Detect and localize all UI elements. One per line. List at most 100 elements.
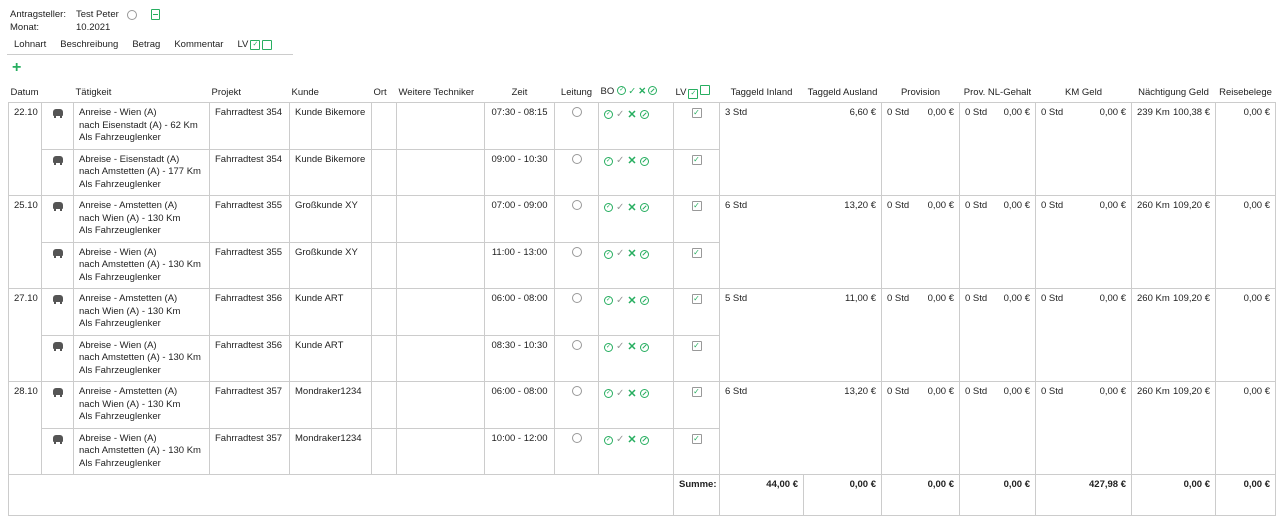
close-icon[interactable]: ✕ — [627, 156, 636, 167]
prov-nl-cell: 0 Std 0,00 € — [1035, 381, 1132, 475]
applicant-label: Antragsteller: — [10, 9, 66, 20]
block-icon[interactable] — [639, 342, 649, 352]
month-value: 10.2021 — [76, 22, 111, 33]
close-icon[interactable]: ✕ — [638, 86, 646, 97]
activity-line-1: Anreise - Wien (A) — [79, 107, 157, 118]
check-circle-icon[interactable]: ✓ — [604, 156, 613, 166]
block-icon[interactable] — [639, 156, 649, 166]
lv-checkbox[interactable]: ✓ — [691, 201, 702, 211]
car-icon — [52, 434, 63, 444]
empty-box-icon[interactable] — [700, 85, 711, 95]
check-circle-icon[interactable]: ✓ — [604, 342, 613, 352]
block-icon[interactable] — [639, 296, 649, 305]
menu-kommentar[interactable]: Kommentar — [174, 39, 223, 50]
activity-line-2: nach Amstetten (A) - 130 Km — [79, 259, 201, 270]
leitung-radio[interactable] — [571, 153, 582, 164]
provision-hours: 0 Std — [965, 200, 988, 211]
check-icon[interactable]: ✓ — [616, 109, 624, 120]
bo-status-icons: ✓ ✓ ✕ — [604, 388, 649, 399]
close-icon[interactable]: ✕ — [627, 202, 636, 213]
block-icon[interactable] — [639, 389, 649, 398]
close-icon[interactable]: ✕ — [627, 295, 636, 306]
bo-header-icons: ✓ ✓ ✕ — [617, 86, 658, 97]
menu-lv[interactable]: LV ✓ — [237, 39, 273, 50]
provision-cell: 0 Std 0,00 € — [959, 288, 1036, 382]
add-plus-icon[interactable]: + — [12, 60, 21, 76]
check-icon[interactable]: ✓ — [628, 86, 636, 97]
prov-nl-amount: 0,00 € — [1099, 107, 1126, 118]
check-circle-icon[interactable]: ✓ — [617, 86, 627, 96]
empty-box-icon[interactable] — [262, 39, 273, 50]
check-icon[interactable]: ✓ — [616, 388, 624, 399]
sum-taggeld-ausland: 0,00 € — [803, 474, 882, 516]
leitung-radio[interactable] — [571, 200, 582, 210]
lv-checkbox[interactable]: ✓ — [691, 433, 702, 444]
activity-line-3: Als Fahrzeuglenker — [79, 271, 161, 283]
bo-status-icons: ✓ ✓ ✕ — [604, 109, 649, 120]
lv-checkbox[interactable]: ✓ — [691, 340, 702, 351]
prov-nl-cell: 0 Std 0,00 € — [1035, 102, 1132, 196]
menu-betrag[interactable]: Betrag — [132, 39, 160, 50]
block-icon[interactable] — [639, 110, 649, 119]
check-icon[interactable]: ✓ — [616, 435, 624, 445]
menu-beschreibung[interactable]: Beschreibung — [60, 39, 118, 50]
leitung-radio[interactable] — [571, 246, 582, 257]
checked-box-icon[interactable]: ✓ — [688, 89, 699, 99]
activity-line-3: Als Fahrzeuglenker — [79, 132, 161, 143]
activity-line-2: nach Amstetten (A) - 130 Km — [79, 445, 201, 456]
leitung-radio[interactable] — [571, 293, 582, 303]
close-icon[interactable]: ✕ — [627, 435, 636, 446]
ort-cell — [371, 148, 397, 196]
customer-cell: Kunde ART — [289, 334, 372, 382]
check-icon[interactable]: ✓ — [616, 156, 624, 166]
col-bo-label: BO — [600, 86, 615, 98]
lv-checkbox[interactable]: ✓ — [691, 154, 702, 165]
lv-checkbox[interactable]: ✓ — [691, 294, 702, 304]
check-circle-icon[interactable]: ✓ — [604, 203, 613, 212]
check-circle-icon[interactable]: ✓ — [604, 435, 613, 445]
activity-line-1: Abreise - Wien (A) — [79, 339, 157, 351]
close-icon[interactable]: ✕ — [627, 342, 636, 353]
block-icon[interactable] — [639, 435, 649, 445]
leitung-radio[interactable] — [571, 386, 582, 396]
time-cell: 10:00 - 12:00 — [484, 427, 555, 475]
customer-cell: Großkunde XY — [289, 241, 372, 289]
provision-amount: 0,00 € — [1003, 107, 1030, 118]
naechtigung-cell: 0,00 € — [1215, 102, 1276, 196]
check-icon[interactable]: ✓ — [616, 202, 624, 213]
month-label: Monat: — [10, 22, 40, 33]
check-icon[interactable]: ✓ — [616, 295, 624, 306]
leitung-radio[interactable] — [571, 107, 582, 117]
bo-status-icons: ✓ ✓ ✕ — [604, 295, 649, 306]
close-icon[interactable]: ✕ — [627, 249, 636, 260]
lv-checkbox[interactable]: ✓ — [691, 387, 702, 397]
check-circle-icon[interactable]: ✓ — [604, 389, 613, 398]
menu-lohnart[interactable]: Lohnart — [14, 39, 46, 50]
close-icon[interactable]: ✕ — [627, 388, 636, 399]
leitung-radio[interactable] — [571, 339, 582, 350]
km-geld-cell: 239 Km 100,38 € — [1131, 102, 1216, 196]
block-icon[interactable] — [639, 203, 649, 212]
km-geld-cell: 260 Km 109,20 € — [1131, 288, 1216, 382]
check-circle-icon[interactable]: ✓ — [604, 110, 613, 119]
check-circle-icon[interactable]: ✓ — [604, 249, 613, 259]
close-icon[interactable]: ✕ — [627, 109, 636, 120]
check-icon[interactable]: ✓ — [616, 342, 624, 352]
taggeld-ausland-hours: 0 Std — [887, 107, 910, 118]
leitung-radio[interactable] — [571, 432, 582, 443]
check-circle-icon[interactable]: ✓ — [604, 296, 613, 305]
ort-cell — [371, 381, 397, 429]
block-icon[interactable] — [648, 86, 658, 96]
block-icon[interactable] — [639, 249, 649, 259]
checked-box-icon[interactable]: ✓ — [250, 39, 261, 50]
ort-cell — [371, 241, 397, 289]
col-techniker: Weitere Techniker — [398, 86, 475, 98]
customer-cell: Mondraker1234 — [289, 427, 372, 475]
lv-checkbox[interactable]: ✓ — [691, 247, 702, 258]
lv-checkbox[interactable]: ✓ — [691, 108, 702, 118]
provision-cell: 0 Std 0,00 € — [959, 195, 1036, 289]
radio-icon[interactable] — [126, 9, 137, 20]
prov-nl-hours: 0 Std — [1041, 107, 1064, 118]
document-icon[interactable] — [150, 9, 160, 20]
check-icon[interactable]: ✓ — [616, 249, 624, 259]
